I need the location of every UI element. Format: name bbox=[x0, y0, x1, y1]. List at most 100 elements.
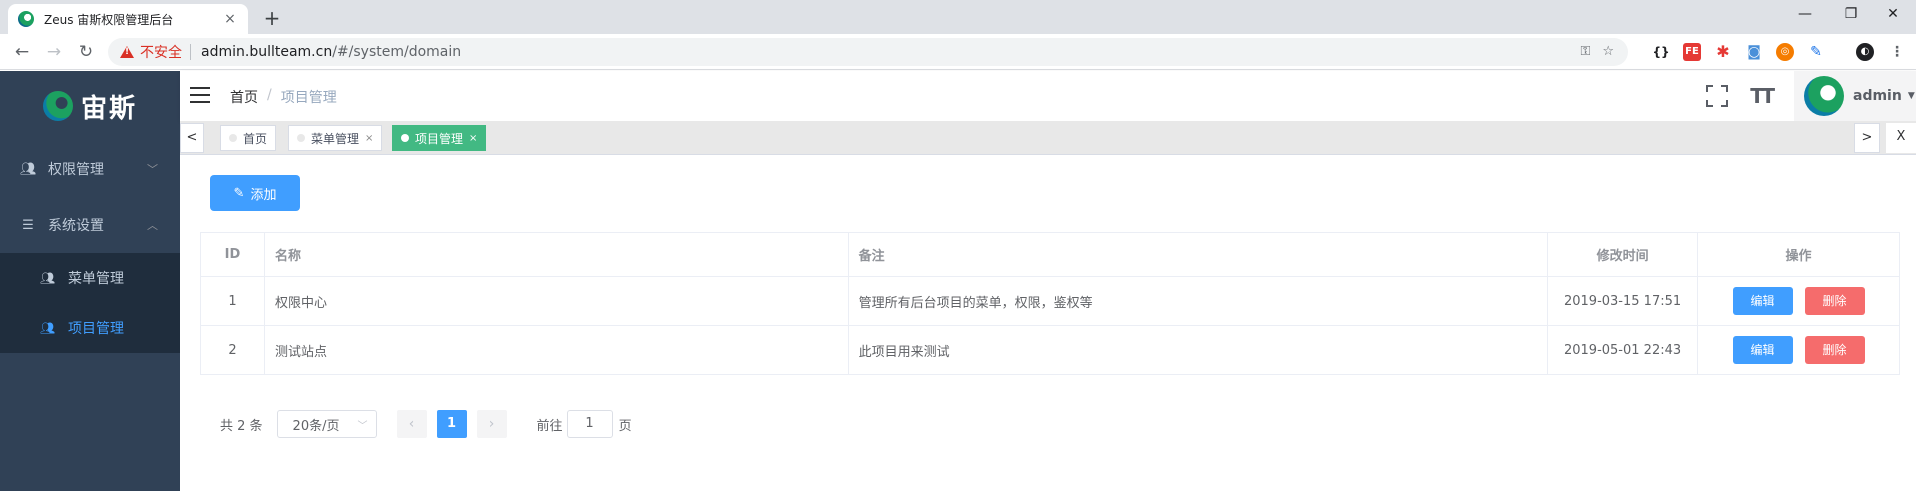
chevron-down-icon: ﹀ bbox=[357, 420, 368, 432]
pagination-total: 共 2 条 bbox=[220, 418, 263, 434]
reload-icon[interactable]: ↻ bbox=[74, 40, 98, 64]
cell-name: 权限中心 bbox=[263, 276, 849, 326]
fullscreen-icon[interactable] bbox=[1706, 85, 1729, 107]
breadcrumb-current: 项目管理 bbox=[280, 90, 337, 106]
column-header: ID bbox=[200, 232, 265, 277]
sidebar-item-project-management[interactable]: 👥︎ 项目管理 bbox=[0, 303, 180, 353]
pagination: 共 2 条 20条/页 ﹀ ‹ 1 › 前往 1 页 bbox=[220, 410, 632, 438]
tag-project-management[interactable]: 项目管理 × bbox=[392, 125, 487, 151]
sidebar-item-system-settings[interactable]: ☰ 系统设置 ︿ bbox=[0, 197, 180, 253]
breadcrumb: 首页 / 项目管理 bbox=[230, 87, 337, 107]
insecure-label[interactable]: 不安全 bbox=[140, 42, 182, 62]
column-header: 操作 bbox=[1697, 232, 1900, 277]
avatar bbox=[1804, 76, 1844, 116]
add-button[interactable]: ✎ 添加 bbox=[210, 175, 300, 211]
robot-extension-icon[interactable]: ◙ bbox=[1745, 43, 1763, 61]
tag-close-icon[interactable]: × bbox=[365, 133, 373, 144]
tag-dot bbox=[229, 134, 237, 142]
tag-home[interactable]: 首页 bbox=[220, 125, 277, 151]
browser-tab[interactable]: Zeus 宙斯权限管理后台 × bbox=[8, 4, 248, 34]
new-tab-button[interactable]: + bbox=[260, 6, 284, 30]
window-close-icon[interactable]: ✕ bbox=[1870, 0, 1916, 30]
page-number-current[interactable]: 1 bbox=[436, 410, 467, 438]
forward-icon[interactable]: → bbox=[42, 40, 66, 64]
tag-close-icon[interactable]: × bbox=[469, 133, 477, 144]
chevron-up-icon: ︿ bbox=[147, 219, 158, 232]
font-size-icon[interactable]: TT bbox=[1750, 84, 1775, 108]
table-header-row: ID 名称 备注 修改时间 操作 bbox=[200, 232, 1900, 277]
logo[interactable]: 宙斯 bbox=[0, 71, 180, 141]
goto-page-input[interactable]: 1 bbox=[566, 410, 613, 438]
back-icon[interactable]: ← bbox=[10, 40, 34, 64]
orange-extension-icon[interactable]: ◎ bbox=[1776, 43, 1794, 61]
sidebar-item-label: 系统设置 bbox=[48, 218, 104, 234]
warning-icon bbox=[120, 46, 134, 58]
username: admin bbox=[1853, 88, 1902, 104]
browser-toolbar: ← → ↻ 不安全 admin.bullteam.cn/#/system/dom… bbox=[0, 34, 1916, 70]
logo-text: 宙斯 bbox=[80, 93, 137, 124]
edit-pen-icon: ✎ bbox=[233, 185, 245, 201]
hamburger-icon[interactable] bbox=[190, 87, 210, 103]
sidebar-item-permissions[interactable]: 👥︎ 权限管理 ﹀ bbox=[0, 141, 180, 197]
page-size-value: 20条/页 bbox=[292, 418, 340, 434]
address-bar[interactable]: 不安全 admin.bullteam.cn/#/system/domain ⚿ … bbox=[108, 38, 1628, 66]
breadcrumb-home[interactable]: 首页 bbox=[230, 87, 258, 107]
edit-button[interactable]: 编辑 bbox=[1732, 336, 1793, 364]
sidebar: 宙斯 👥︎ 权限管理 ﹀ ☰ 系统设置 ︿ 👥︎ 菜单管理 👥︎ 项目管理 bbox=[0, 71, 180, 491]
main-content: ✎ 添加 ID 名称 备注 修改时间 操作 1 权限中心 管理所有后台项目的菜单… bbox=[180, 155, 1916, 491]
add-button-label: 添加 bbox=[250, 187, 277, 203]
tags-prev-button[interactable]: < bbox=[180, 123, 204, 153]
edit-button[interactable]: 编辑 bbox=[1732, 287, 1793, 315]
breadcrumb-separator: / bbox=[267, 87, 272, 103]
cell-remark: 管理所有后台项目的菜单，权限，鉴权等 bbox=[847, 276, 1549, 326]
maximize-icon[interactable]: ❐ bbox=[1828, 0, 1874, 30]
chevron-down-icon: ﹀ bbox=[147, 163, 158, 176]
delete-button[interactable]: 删除 bbox=[1804, 336, 1865, 364]
delete-button[interactable]: 删除 bbox=[1804, 287, 1865, 315]
sidebar-item-label: 菜单管理 bbox=[68, 271, 124, 287]
sidebar-item-label: 项目管理 bbox=[68, 321, 124, 337]
table-row: 2 测试站点 此项目用来测试 2019-05-01 22:43 编辑 删除 bbox=[200, 325, 1900, 375]
tags-close-all-button[interactable]: X bbox=[1886, 123, 1916, 153]
dropper-extension-icon[interactable]: ✎ bbox=[1807, 43, 1825, 61]
address-separator bbox=[190, 44, 191, 60]
tag-label: 首页 bbox=[243, 131, 268, 146]
minimize-icon[interactable]: — bbox=[1782, 0, 1828, 30]
sidebar-item-label: 权限管理 bbox=[48, 162, 104, 178]
tag-label: 菜单管理 bbox=[311, 131, 360, 146]
tag-menu-management[interactable]: 菜单管理 × bbox=[288, 125, 383, 151]
cell-name: 测试站点 bbox=[263, 325, 849, 375]
browser-tab-title: Zeus 宙斯权限管理后台 bbox=[44, 12, 174, 27]
browser-tab-strip: Zeus 宙斯权限管理后台 × + — ❐ ✕ bbox=[0, 0, 1916, 34]
goto-label: 前往 bbox=[536, 418, 563, 434]
url-host: admin.bullteam.cn bbox=[201, 44, 333, 60]
profile-avatar-icon[interactable]: ◐ bbox=[1856, 43, 1874, 61]
fe-extension-icon[interactable]: FE bbox=[1683, 43, 1701, 61]
cell-modified: 2019-03-15 17:51 bbox=[1547, 276, 1699, 326]
cell-id: 1 bbox=[200, 276, 265, 326]
tags-next-button[interactable]: > bbox=[1854, 123, 1880, 153]
key-icon[interactable]: ⚿ bbox=[1580, 44, 1590, 59]
close-tab-icon[interactable]: × bbox=[222, 11, 238, 27]
table-row: 1 权限中心 管理所有后台项目的菜单，权限，鉴权等 2019-03-15 17:… bbox=[200, 276, 1900, 326]
page-size-select[interactable]: 20条/页 ﹀ bbox=[276, 410, 377, 438]
cell-actions: 编辑 删除 bbox=[1697, 325, 1900, 375]
browser-menu-icon[interactable]: ⋮ bbox=[1888, 43, 1906, 61]
user-dropdown[interactable]: admin ▼ bbox=[1794, 71, 1916, 121]
bookmark-star-icon[interactable]: ☆ bbox=[1602, 44, 1614, 59]
user-icon: 👥︎ bbox=[40, 321, 56, 335]
cell-id: 2 bbox=[200, 325, 265, 375]
url-text[interactable]: admin.bullteam.cn/#/system/domain bbox=[201, 44, 461, 60]
project-table: ID 名称 备注 修改时间 操作 1 权限中心 管理所有后台项目的菜单，权限，鉴… bbox=[200, 232, 1900, 375]
prev-page-button[interactable]: ‹ bbox=[396, 410, 427, 438]
json-extension-icon[interactable]: {} bbox=[1652, 43, 1670, 61]
site-favicon-icon bbox=[18, 11, 34, 27]
next-page-button[interactable]: › bbox=[476, 410, 507, 438]
url-path: /#/system/domain bbox=[332, 44, 462, 60]
column-header: 名称 bbox=[263, 232, 849, 277]
sidebar-item-menu-management[interactable]: 👥︎ 菜单管理 bbox=[0, 253, 180, 303]
navbar: 首页 / 项目管理 TT admin ▼ bbox=[180, 71, 1916, 121]
star-extension-icon[interactable]: ✱ bbox=[1714, 43, 1732, 61]
page-unit-label: 页 bbox=[618, 418, 632, 434]
user-icon: 👥︎ bbox=[40, 271, 56, 285]
